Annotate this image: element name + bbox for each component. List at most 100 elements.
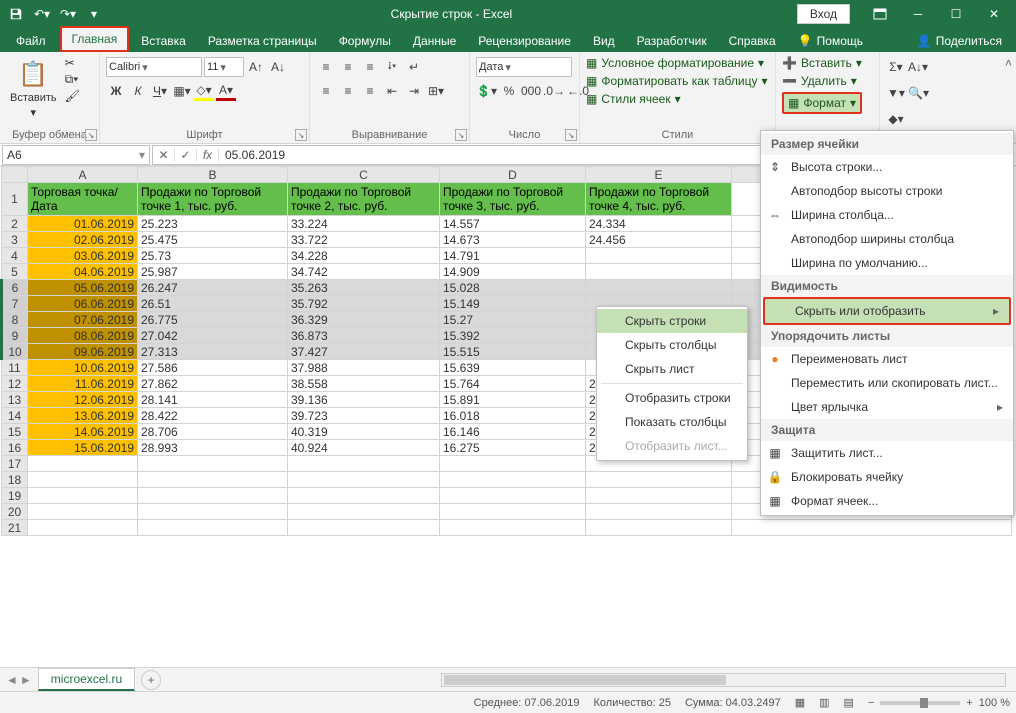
view-break-icon[interactable]: ▤ (844, 696, 854, 709)
tab-data[interactable]: Данные (403, 30, 466, 52)
cell[interactable]: 14.673 (440, 232, 586, 248)
cell[interactable]: 35.792 (288, 296, 440, 312)
cell[interactable]: 15.028 (440, 280, 586, 296)
align-middle-icon[interactable]: ≡ (338, 57, 358, 77)
clipboard-launcher-icon[interactable]: ↘ (85, 129, 97, 141)
cell[interactable] (138, 472, 288, 488)
cell[interactable]: 25.223 (138, 216, 288, 232)
find-icon[interactable]: 🔍▾ (908, 83, 929, 103)
tab-home[interactable]: Главная (60, 26, 130, 52)
tab-view[interactable]: Вид (583, 30, 625, 52)
delete-cells-button[interactable]: ➖ Удалить ▾ (782, 74, 857, 88)
sheet-nav-prev-icon[interactable]: ◄ (6, 673, 18, 687)
enter-icon[interactable]: ✓ (175, 148, 197, 162)
sort-filter-icon[interactable]: A↓▾ (908, 57, 928, 77)
cell[interactable]: 28.993 (138, 440, 288, 456)
row-header[interactable]: 14 (2, 408, 28, 424)
cell[interactable]: 16.275 (440, 440, 586, 456)
cell[interactable] (138, 488, 288, 504)
number-launcher-icon[interactable]: ↘ (565, 129, 577, 141)
row-header[interactable]: 5 (2, 264, 28, 280)
cell[interactable] (288, 472, 440, 488)
cell[interactable] (586, 472, 732, 488)
cell[interactable]: 28.422 (138, 408, 288, 424)
tab-file[interactable]: Файл (4, 30, 58, 52)
ribbon-options-icon[interactable] (862, 2, 898, 26)
cell[interactable]: 15.149 (440, 296, 586, 312)
cell[interactable]: 26.775 (138, 312, 288, 328)
cell[interactable]: 14.909 (440, 264, 586, 280)
border-icon[interactable]: ▦▾ (172, 81, 192, 101)
cell[interactable]: 36.329 (288, 312, 440, 328)
cell[interactable]: Торговая точка/ Дата (28, 183, 138, 216)
cell[interactable]: 40.319 (288, 424, 440, 440)
cell[interactable]: 15.891 (440, 392, 586, 408)
tab-formulas[interactable]: Формулы (329, 30, 401, 52)
accounting-icon[interactable]: 💲▾ (476, 81, 497, 101)
format-cells-button[interactable]: ▦ Формат ▾ (782, 92, 862, 114)
cell[interactable]: Продажи по Торговой точке 4, тыс. руб. (586, 183, 732, 216)
row-header[interactable]: 15 (2, 424, 28, 440)
font-color-icon[interactable]: A▾ (216, 81, 236, 101)
cell[interactable]: 39.136 (288, 392, 440, 408)
cell[interactable]: 26.51 (138, 296, 288, 312)
format-default-width[interactable]: Ширина по умолчанию... (761, 251, 1013, 275)
increase-decimal-icon[interactable]: .0→ (543, 81, 565, 101)
sign-in-button[interactable]: Вход (797, 4, 850, 24)
cell[interactable] (28, 456, 138, 472)
menu-hide-rows[interactable]: Скрыть строки (597, 309, 747, 333)
fill-icon[interactable]: ▼▾ (886, 83, 906, 103)
col-header[interactable]: A (28, 167, 138, 183)
format-autofit-col[interactable]: Автоподбор ширины столбца (761, 227, 1013, 251)
view-page-icon[interactable]: ▥ (819, 696, 829, 709)
cell[interactable]: 34.228 (288, 248, 440, 264)
cell[interactable]: 13.06.2019 (28, 408, 138, 424)
sheet-tab-active[interactable]: microexcel.ru (38, 668, 135, 691)
cell[interactable] (440, 520, 586, 536)
format-hide-unhide[interactable]: Скрыть или отобразить▸ (763, 297, 1011, 325)
format-protect-sheet[interactable]: ▦Защитить лист... (761, 441, 1013, 465)
close-icon[interactable]: ✕ (976, 2, 1012, 26)
row-header[interactable]: 1 (2, 183, 28, 216)
cell[interactable] (440, 504, 586, 520)
cell[interactable]: 37.988 (288, 360, 440, 376)
tab-pagelayout[interactable]: Разметка страницы (198, 30, 327, 52)
row-header[interactable]: 18 (2, 472, 28, 488)
cell[interactable]: 27.586 (138, 360, 288, 376)
comma-icon[interactable]: 000 (521, 81, 541, 101)
cell[interactable]: 12.06.2019 (28, 392, 138, 408)
cell[interactable]: 37.427 (288, 344, 440, 360)
number-format-combo[interactable]: Дата▾ (476, 57, 572, 77)
cell[interactable]: 36.873 (288, 328, 440, 344)
cell[interactable]: 15.764 (440, 376, 586, 392)
cell[interactable] (586, 264, 732, 280)
sheet-nav-next-icon[interactable]: ► (20, 673, 32, 687)
cell[interactable]: 04.06.2019 (28, 264, 138, 280)
orientation-icon[interactable]: ⭭▾ (382, 57, 402, 77)
cell[interactable]: 39.723 (288, 408, 440, 424)
cell[interactable] (138, 520, 288, 536)
zoom-in-icon[interactable]: + (966, 697, 972, 709)
format-painter-icon[interactable]: 🖌 (65, 89, 80, 103)
cell[interactable] (138, 504, 288, 520)
row-header[interactable]: 19 (2, 488, 28, 504)
alignment-launcher-icon[interactable]: ↘ (455, 129, 467, 141)
autosum-icon[interactable]: Σ▾ (886, 57, 906, 77)
row-header[interactable]: 8 (2, 312, 28, 328)
cell[interactable]: 03.06.2019 (28, 248, 138, 264)
increase-indent-icon[interactable]: ⇥ (404, 81, 424, 101)
row-header[interactable]: 13 (2, 392, 28, 408)
cell[interactable]: 34.742 (288, 264, 440, 280)
col-header[interactable]: C (288, 167, 440, 183)
tab-help[interactable]: Справка (719, 30, 786, 52)
tab-insert[interactable]: Вставка (131, 30, 196, 52)
cell[interactable] (440, 472, 586, 488)
menu-hide-cols[interactable]: Скрыть столбцы (597, 333, 747, 357)
align-top-icon[interactable]: ≡ (316, 57, 336, 77)
cell[interactable] (288, 456, 440, 472)
clear-icon[interactable]: ◆▾ (886, 109, 906, 129)
cell[interactable]: 24.334 (586, 216, 732, 232)
new-sheet-button[interactable]: + (141, 670, 161, 690)
insert-cells-button[interactable]: ➕ Вставить ▾ (782, 56, 862, 70)
cell[interactable]: 15.06.2019 (28, 440, 138, 456)
